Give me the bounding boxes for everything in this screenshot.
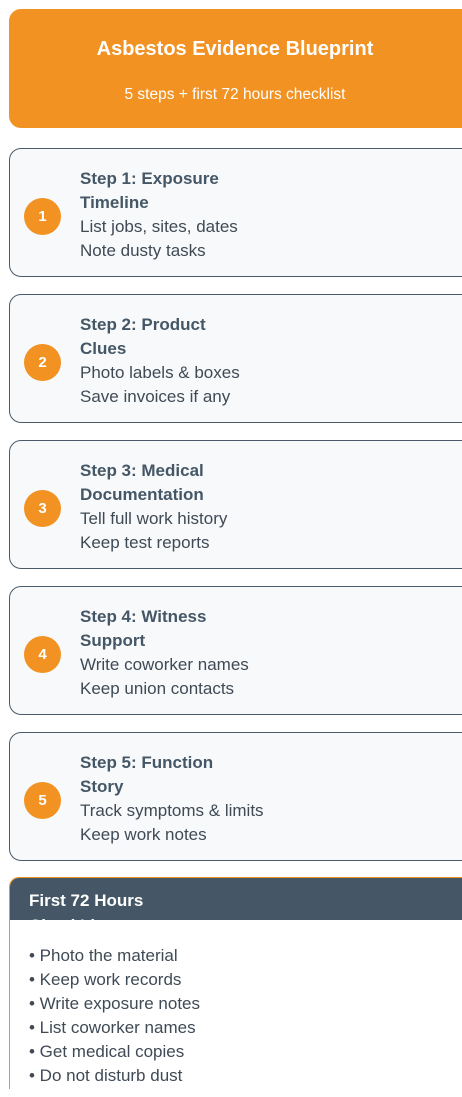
step-card-3: 3 Step 3: Medical Documentation Tell ful… — [9, 440, 462, 569]
step-number-badge: 1 — [24, 198, 61, 235]
step-number-badge: 4 — [24, 636, 61, 673]
checklist-item: • Get medical copies — [29, 1042, 185, 1061]
step-detail: Write coworker names — [80, 655, 249, 674]
step-card-4: 4 Step 4: Witness Support Write coworker… — [9, 586, 462, 715]
page-subtitle: 5 steps + first 72 hours checklist — [124, 86, 346, 103]
first-72-hours-checklist: First 72 Hours CheckList • Photo the mat… — [9, 877, 462, 1089]
step-detail: Keep test reports — [80, 533, 210, 552]
page-title: Asbestos Evidence Blueprint — [96, 38, 374, 60]
step-detail: List jobs, sites, dates — [80, 217, 238, 236]
blueprint-page: Asbestos Evidence Blueprint 5 steps + fi… — [0, 0, 462, 1097]
header-banner: Asbestos Evidence Blueprint 5 steps + fi… — [9, 9, 462, 128]
step-detail: Save invoices if any — [80, 387, 231, 406]
checklist-item: • Photo the material — [29, 946, 178, 965]
step-detail: Keep work notes — [80, 825, 207, 844]
step-number-badge: 2 — [24, 344, 61, 381]
checklist-title: First 72 Hours CheckList — [29, 891, 144, 920]
step-number-badge: 5 — [24, 782, 61, 819]
step-title: Step 5: Function Story — [80, 753, 214, 796]
step-detail: Tell full work history — [80, 509, 228, 528]
checklist-item: • Do not disturb dust — [29, 1066, 183, 1085]
step-card-2: 2 Step 2: Product Clues Photo labels & b… — [9, 294, 462, 423]
step-title: Step 3: Medical Documentation — [80, 461, 204, 504]
step-title: Step 2: Product Clues — [80, 315, 206, 358]
checklist-header: First 72 Hours CheckList — [10, 878, 462, 920]
step-detail: Keep union contacts — [80, 679, 235, 698]
step-title: Step 4: Witness Support — [80, 607, 207, 650]
step-number-badge: 3 — [24, 490, 61, 527]
step-card-5: 5 Step 5: Function Story Track symptoms … — [9, 732, 462, 861]
step-detail: Photo labels & boxes — [80, 363, 240, 382]
checklist-item: • List coworker names — [29, 1018, 196, 1037]
step-card-1: 1 Step 1: Exposure Timeline List jobs, s… — [9, 148, 462, 277]
step-detail: Track symptoms & limits — [80, 801, 264, 820]
checklist-item: • Write exposure notes — [29, 994, 200, 1013]
step-detail: Note dusty tasks — [80, 241, 206, 260]
checklist-item: • Keep work records — [29, 970, 182, 989]
step-title: Step 1: Exposure Timeline — [80, 169, 219, 212]
